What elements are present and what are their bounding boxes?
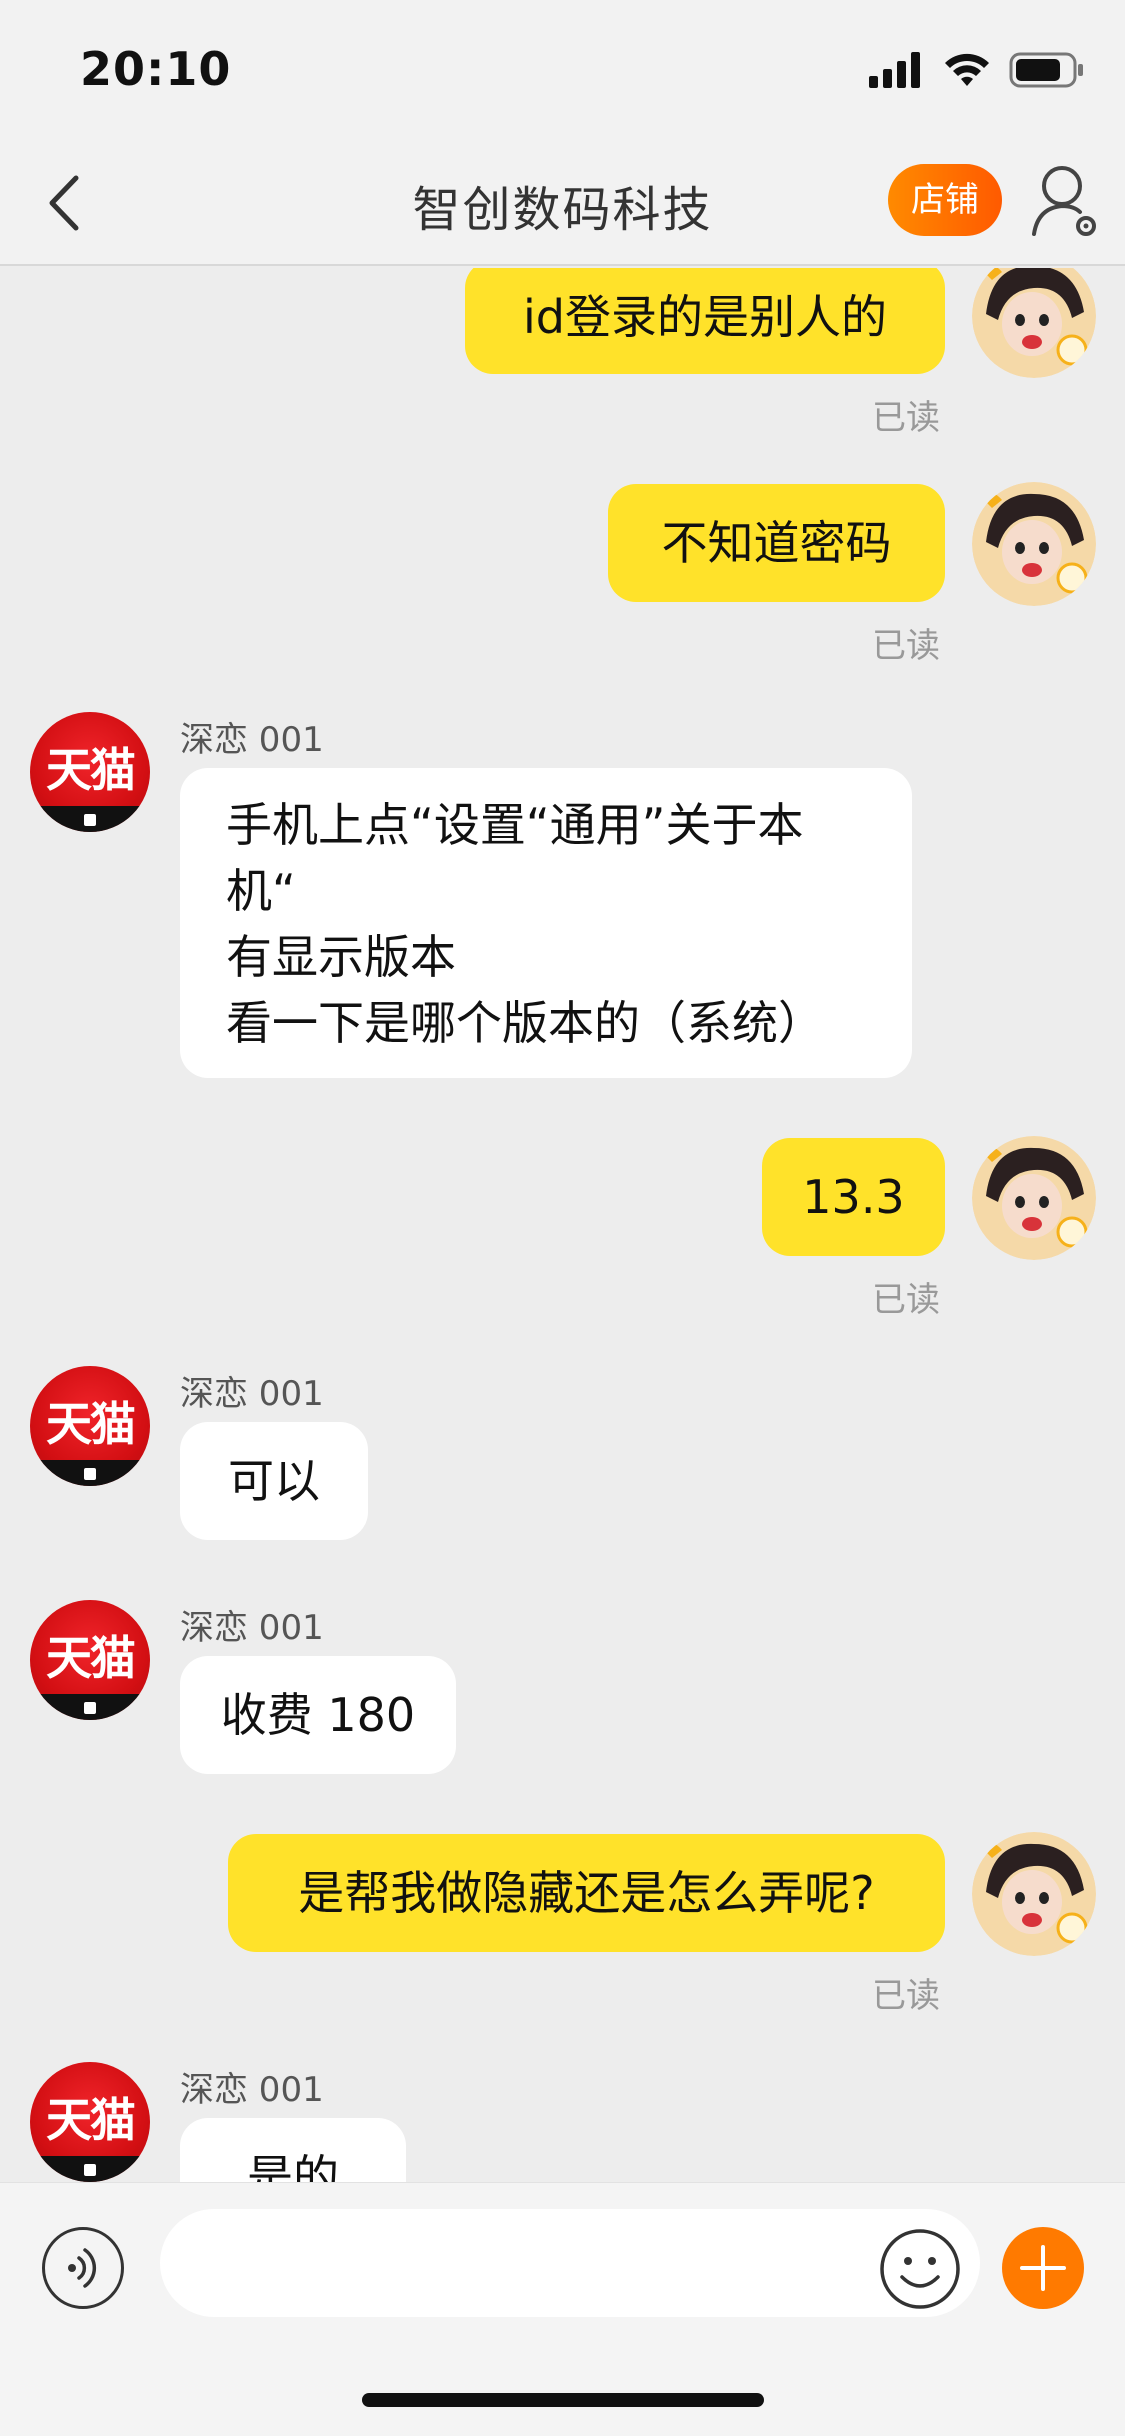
outgoing-message-bubble[interactable]: id登录的是别人的 <box>465 268 945 374</box>
read-status: 已读 <box>872 1280 940 1320</box>
message-text: 是的 <box>247 2150 339 2182</box>
shop-avatar[interactable]: 天猫 <box>30 712 150 832</box>
status-icons <box>869 48 1085 92</box>
outgoing-message-bubble[interactable]: 是帮我做隐藏还是怎么弄呢? <box>228 1834 945 1952</box>
message-text: 收费 180 <box>220 1688 416 1742</box>
chat-screen: 20:10 智创数码科技 店铺 id登录的是别人的 已读 不知道密码 已读 天猫… <box>0 0 1125 2436</box>
sender-name: 深恋 001 <box>180 1608 324 1648</box>
cellular-signal-icon <box>869 52 920 88</box>
tmall-logo-text: 天猫 <box>46 743 136 797</box>
shop-avatar[interactable]: 天猫 <box>30 1366 150 1486</box>
message-text: 可以 <box>228 1454 320 1508</box>
profile-settings-button[interactable] <box>1030 162 1102 242</box>
shop-button[interactable]: 店铺 <box>888 164 1002 236</box>
user-settings-icon <box>1032 166 1096 236</box>
my-avatar[interactable] <box>972 268 1096 378</box>
message-text: 不知道密码 <box>661 516 892 570</box>
tmall-logo-text: 天猫 <box>46 1397 136 1451</box>
home-indicator <box>362 2393 764 2407</box>
message-line: 手机上点“设置“通用”关于本 <box>226 798 804 852</box>
voice-input-button[interactable] <box>42 2227 124 2309</box>
user-avatar-image <box>972 268 1096 378</box>
message-text: id登录的是别人的 <box>523 290 887 344</box>
incoming-message-bubble[interactable]: 手机上点“设置“通用”关于本 机“ 有显示版本 看一下是哪个版本的（系统） <box>180 768 912 1078</box>
sender-name: 深恋 001 <box>180 1374 324 1414</box>
read-status: 已读 <box>872 626 940 666</box>
user-avatar-image <box>972 482 1096 606</box>
smiley-icon <box>880 2229 960 2309</box>
status-time: 20:10 <box>80 42 232 96</box>
emoji-button[interactable] <box>878 2227 962 2311</box>
shop-avatar[interactable]: 天猫 <box>30 1600 150 1720</box>
plus-icon <box>1020 2245 1066 2291</box>
status-bar: 20:10 <box>0 0 1125 140</box>
wifi-icon <box>945 53 989 86</box>
message-input[interactable] <box>160 2209 980 2317</box>
message-line: 看一下是哪个版本的（系统） <box>226 996 824 1050</box>
incoming-message-bubble[interactable]: 是的 <box>180 2118 406 2182</box>
incoming-message-bubble[interactable]: 可以 <box>180 1422 368 1540</box>
read-status: 已读 <box>872 398 940 438</box>
read-status: 已读 <box>872 1976 940 2016</box>
message-text: 是帮我做隐藏还是怎么弄呢? <box>298 1866 875 1920</box>
input-bar <box>0 2182 1125 2436</box>
nav-bar: 智创数码科技 店铺 <box>0 140 1125 266</box>
tmall-logo-text: 天猫 <box>46 2093 136 2147</box>
message-text: 13.3 <box>802 1170 905 1224</box>
message-line: 有显示版本 <box>226 930 456 984</box>
outgoing-message-bubble[interactable]: 13.3 <box>762 1138 945 1256</box>
message-line: 机“ <box>226 864 296 918</box>
user-avatar-image <box>972 1832 1096 1956</box>
battery-icon <box>1009 52 1083 88</box>
my-avatar[interactable] <box>972 482 1096 606</box>
sender-name: 深恋 001 <box>180 2070 324 2110</box>
my-avatar[interactable] <box>972 1832 1096 1956</box>
more-options-button[interactable] <box>1002 2227 1084 2309</box>
shop-avatar[interactable]: 天猫 <box>30 2062 150 2182</box>
voice-icon <box>68 2248 97 2288</box>
message-list[interactable]: id登录的是别人的 已读 不知道密码 已读 天猫 深恋 001 手机上点“设置“… <box>0 268 1125 2182</box>
outgoing-message-bubble[interactable]: 不知道密码 <box>608 484 945 602</box>
user-avatar-image <box>972 1136 1096 1260</box>
my-avatar[interactable] <box>972 1136 1096 1260</box>
sender-name: 深恋 001 <box>180 720 324 760</box>
incoming-message-bubble[interactable]: 收费 180 <box>180 1656 456 1774</box>
tmall-logo-text: 天猫 <box>46 1631 136 1685</box>
